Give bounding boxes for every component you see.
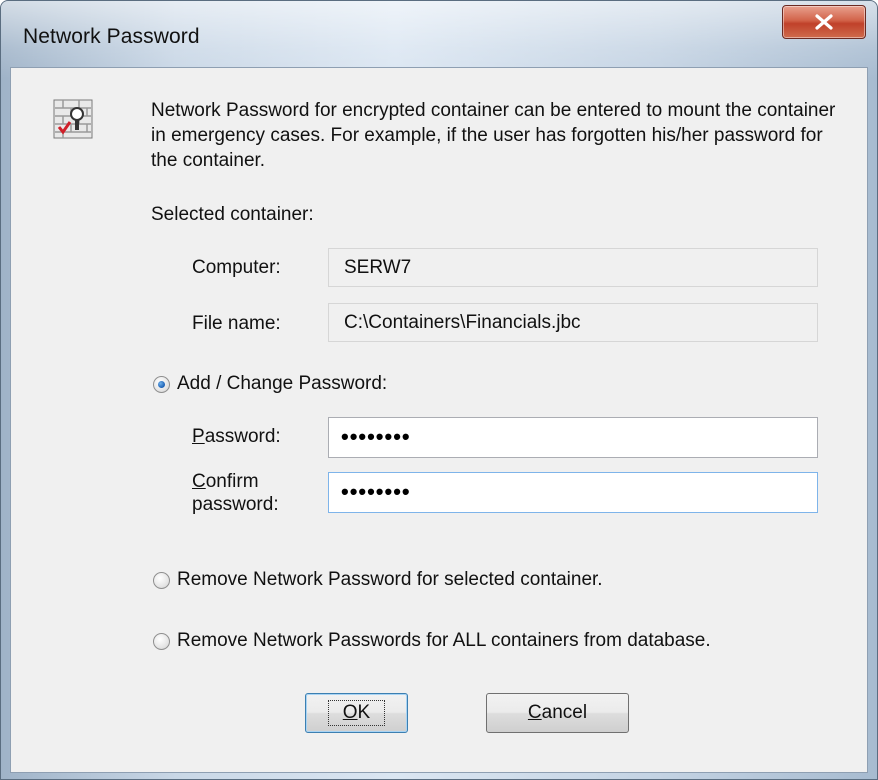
radio-selected-icon[interactable] bbox=[153, 375, 170, 393]
radio-remove-all[interactable]: Remove Network Passwords for ALL contain… bbox=[153, 630, 711, 652]
confirm-mnemonic: C bbox=[192, 471, 206, 492]
ok-button[interactable]: OK bbox=[305, 693, 408, 733]
radio-unselected-icon[interactable] bbox=[153, 632, 170, 650]
confirm-label-line2: password: bbox=[192, 494, 279, 515]
radio-unselected-icon[interactable] bbox=[153, 571, 170, 589]
ok-button-label: OK bbox=[327, 700, 386, 726]
container-lock-icon bbox=[53, 99, 93, 139]
ok-mnemonic: O bbox=[342, 702, 358, 723]
cancel-button[interactable]: Cancel bbox=[486, 693, 629, 733]
close-x-icon bbox=[815, 14, 833, 30]
file-name-label: File name: bbox=[192, 313, 281, 334]
confirm-password-label: Confirm password: bbox=[192, 470, 279, 516]
radio-add-change-password[interactable]: Add / Change Password: bbox=[153, 373, 387, 395]
remove-all-label: Remove Network Passwords for ALL contain… bbox=[177, 630, 711, 651]
description-text: Network Password for encrypted container… bbox=[151, 100, 836, 171]
password-input[interactable]: •••••••• bbox=[328, 417, 818, 458]
dialog-body: Network Password for encrypted container… bbox=[10, 67, 868, 773]
computer-label: Computer: bbox=[192, 257, 281, 278]
computer-field: SERW7 bbox=[328, 248, 818, 287]
ok-label-text: K bbox=[357, 702, 371, 723]
cancel-mnemonic: C bbox=[527, 702, 542, 723]
close-button[interactable] bbox=[782, 5, 866, 39]
password-mnemonic: P bbox=[192, 426, 205, 447]
dialog-window: Network Password Network Password for en… bbox=[0, 0, 878, 780]
cancel-button-label: Cancel bbox=[528, 702, 587, 724]
add-change-password-label: Add / Change Password: bbox=[177, 373, 388, 394]
confirm-password-input[interactable]: •••••••• bbox=[328, 472, 818, 513]
password-label-text: assword: bbox=[204, 426, 281, 447]
remove-selected-label: Remove Network Password for selected con… bbox=[177, 569, 603, 590]
window-title: Network Password bbox=[23, 25, 200, 48]
selected-container-label: Selected container: bbox=[151, 204, 314, 225]
confirm-label-text: onfirm bbox=[205, 471, 259, 492]
password-label: Password: bbox=[192, 426, 281, 448]
radio-remove-selected[interactable]: Remove Network Password for selected con… bbox=[153, 569, 603, 591]
cancel-label-text: ancel bbox=[541, 702, 588, 723]
file-name-field: C:\Containers\Financials.jbc bbox=[328, 303, 818, 342]
